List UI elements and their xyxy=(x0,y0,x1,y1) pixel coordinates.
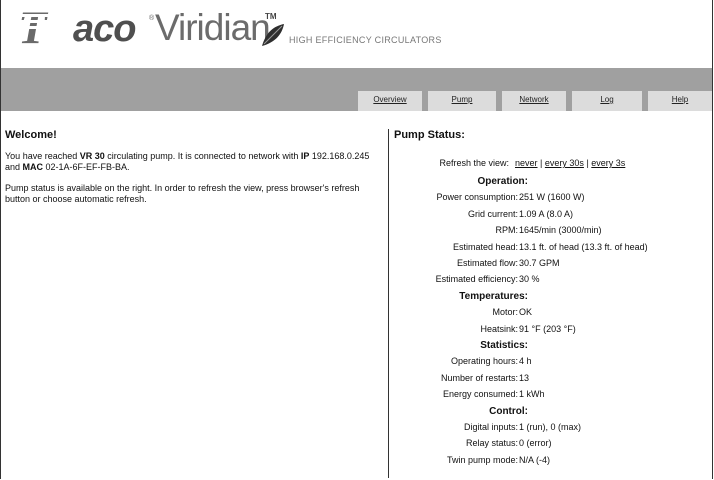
status-row: Digital inputs: 1 (run), 0 (max) xyxy=(394,422,709,434)
status-value: N/A (-4) xyxy=(519,454,551,465)
status-value: 30.7 GPM xyxy=(519,258,560,268)
status-key: Operating hours: xyxy=(450,356,518,367)
section-heading: Statistics: xyxy=(394,340,709,352)
status-value: 0 (error) xyxy=(519,438,552,449)
status-key: Estimated flow: xyxy=(456,258,518,268)
welcome-text-a: You have reached xyxy=(5,151,80,161)
separator: | xyxy=(586,158,589,168)
status-value: 13.1 ft. of head (13.3 ft. of head) xyxy=(519,241,648,252)
status-value: 1.09 A (8.0 A) xyxy=(519,208,574,219)
status-row: Twin pump mode: N/A (-4) xyxy=(394,455,709,467)
status-row: Operating hours: 4 h xyxy=(394,356,709,368)
status-value: OK xyxy=(519,307,533,318)
refresh-links: never | every 30s | every 3s xyxy=(515,158,625,168)
refresh-never-link[interactable]: never xyxy=(515,158,538,168)
status-row: Number of restarts: 13 xyxy=(394,373,709,385)
status-key: Number of restarts: xyxy=(440,372,518,383)
status-value: 1 (run), 0 (max) xyxy=(519,422,582,432)
tab-log[interactable]: Log xyxy=(572,91,642,111)
welcome-panel: Welcome! You have reached VR 30 circulat… xyxy=(5,129,385,215)
logo-stripes xyxy=(21,14,61,40)
column-divider xyxy=(388,129,389,478)
pump-status-panel: Pump Status: Refresh the view: never | e… xyxy=(394,129,709,465)
status-key: Twin pump mode: xyxy=(446,454,518,465)
status-value: 4 h xyxy=(519,356,532,367)
status-row: Energy consumed: 1 kWh xyxy=(394,389,709,401)
status-key: Energy consumed: xyxy=(442,389,518,400)
logo-prefix: aco xyxy=(73,8,136,50)
status-key: Estimated efficiency: xyxy=(435,274,518,285)
tab-pump[interactable]: Pump xyxy=(428,91,496,111)
status-value: 91 °F (203 °F) xyxy=(519,323,576,334)
pump-status-title: Pump Status: xyxy=(394,129,465,141)
tab-overview[interactable]: Overview xyxy=(358,91,422,111)
welcome-title: Welcome! xyxy=(5,129,57,141)
status-row: Motor: OK xyxy=(394,307,709,319)
tab-network[interactable]: Network xyxy=(502,91,566,111)
status-row: Estimated flow: 30.7 GPM xyxy=(394,258,709,270)
mac-value: 02-1A-6F-EF-FB-BA. xyxy=(43,162,130,172)
welcome-paragraph: You have reached VR 30 circulating pump.… xyxy=(5,151,385,173)
status-row: Estimated head: 13.1 ft. of head (13.3 ft… xyxy=(394,242,709,254)
status-row: Relay status: 0 (error) xyxy=(394,438,709,450)
refresh-30s-link[interactable]: every 30s xyxy=(545,158,584,168)
section-heading-label: Temperatures: xyxy=(459,290,528,302)
header: T aco ® Viridian TM HIGH EFFICIENCY CIRC… xyxy=(1,0,712,68)
mac-label: MAC xyxy=(22,162,44,172)
section-heading: Operation: xyxy=(394,176,709,188)
ip-value: 192.168.0.245 xyxy=(309,151,370,161)
status-value: 13 xyxy=(519,372,530,383)
status-row: Estimated efficiency: 30 % xyxy=(394,274,709,286)
status-row: RPM: 1645/min (3000/min) xyxy=(394,225,709,237)
section-heading-label: Statistics: xyxy=(480,340,528,351)
separator: | xyxy=(540,158,543,168)
tab-help[interactable]: Help xyxy=(648,91,712,111)
status-row: Power consumption: 251 W (1600 W) xyxy=(394,192,709,204)
status-key: Power consumption: xyxy=(436,192,518,203)
status-key: Relay status: xyxy=(465,438,518,449)
section-heading: Temperatures: xyxy=(394,291,709,303)
section-heading-label: Control: xyxy=(489,405,528,417)
status-value: 1 kWh xyxy=(519,389,545,400)
status-key: Digital inputs: xyxy=(463,422,518,432)
logo-name: Viridian xyxy=(155,7,271,48)
status-key: Estimated head: xyxy=(452,241,518,252)
status-value: 1645/min (3000/min) xyxy=(519,225,602,236)
status-key: Heatsink: xyxy=(480,323,518,334)
status-value: 30 % xyxy=(519,274,540,285)
refresh-3s-link[interactable]: every 3s xyxy=(591,158,625,168)
section-heading: Control: xyxy=(394,406,709,418)
registered-mark: ® xyxy=(149,15,155,22)
leaf-icon xyxy=(262,24,284,46)
logo-tagline: HIGH EFFICIENCY CIRCULATORS xyxy=(289,35,442,45)
status-row: Heatsink: 91 °F (203 °F) xyxy=(394,324,709,336)
section-heading-label: Operation: xyxy=(477,176,528,187)
refresh-label: Refresh the view: xyxy=(439,158,509,168)
status-key: RPM: xyxy=(495,225,519,236)
status-row: Grid current: 1.09 A (8.0 A) xyxy=(394,209,709,221)
welcome-text-c: and xyxy=(5,162,23,172)
status-key: Motor: xyxy=(492,307,518,318)
welcome-text-b: circulating pump. It is connected to net… xyxy=(104,151,301,161)
status-key: Grid current: xyxy=(467,208,518,219)
refresh-hint: Pump status is available on the right. I… xyxy=(5,183,360,204)
status-value: 251 W (1600 W) xyxy=(519,192,585,203)
trademark-mark: TM xyxy=(265,12,277,21)
pump-model: VR 30 xyxy=(79,151,105,161)
